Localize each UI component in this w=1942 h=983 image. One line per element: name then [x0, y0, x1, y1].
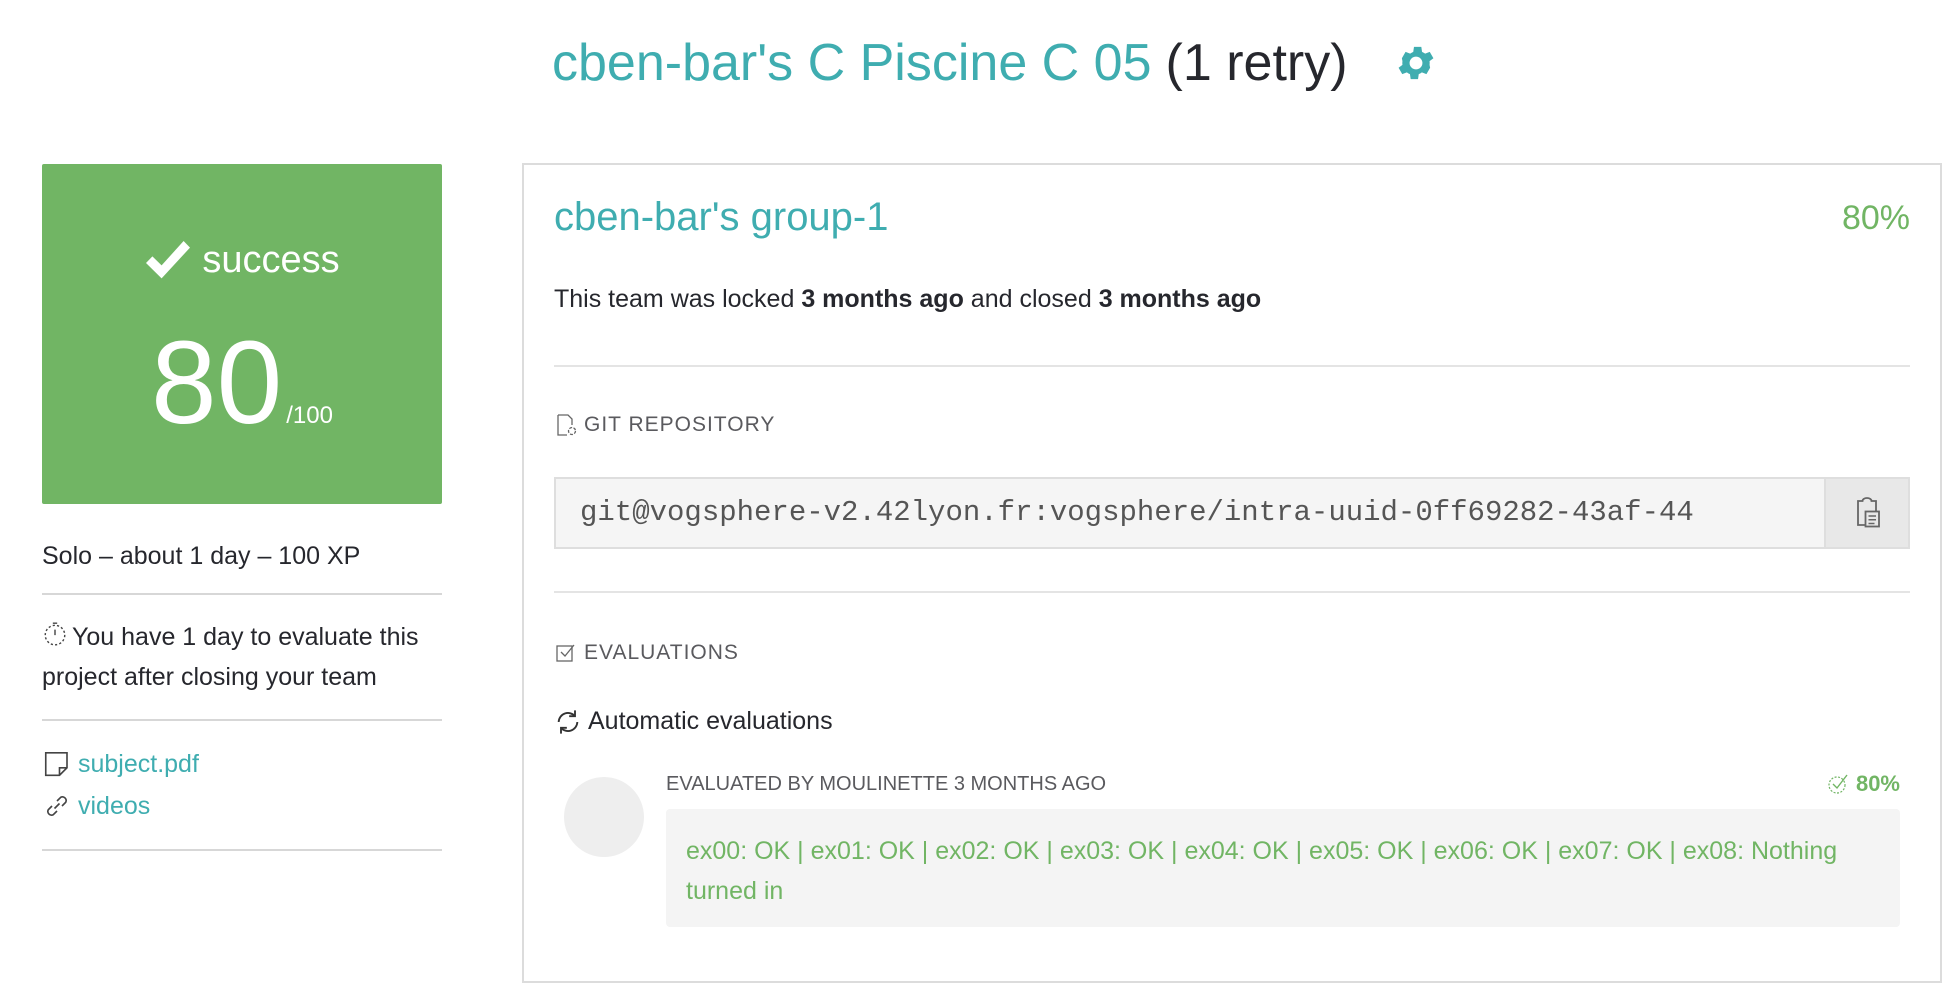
- check-circle-icon: [1828, 774, 1848, 794]
- link-subject[interactable]: subject.pdf: [42, 743, 442, 785]
- project-title[interactable]: cben-bar's C Piscine C 05: [552, 33, 1152, 93]
- team-name[interactable]: cben-bar's group-1: [554, 195, 889, 240]
- refresh-icon: [557, 709, 579, 734]
- git-repository-label: GIT REPOSITORY: [584, 413, 776, 436]
- status-line: success: [42, 238, 442, 282]
- closed-ago: 3 months ago: [1098, 285, 1262, 313]
- divider: [554, 365, 1910, 367]
- deadline-text: You have 1 day to evaluate this project …: [42, 623, 419, 691]
- gear-icon[interactable]: [1394, 41, 1438, 85]
- checkmark-icon: [146, 241, 191, 279]
- automatic-evaluations-header: Automatic evaluations: [554, 707, 833, 736]
- status-prefix: This team was locked: [554, 285, 795, 313]
- project-meta: Solo – about 1 day – 100 XP: [42, 504, 442, 595]
- subject-link[interactable]: subject.pdf: [78, 750, 199, 779]
- stopwatch-icon: [44, 622, 66, 646]
- repository-file-icon: [557, 414, 577, 436]
- link-icon: [47, 796, 67, 816]
- divider: [554, 591, 1910, 593]
- project-summary: success 80 /100 Solo – about 1 day – 100…: [42, 164, 442, 851]
- score-value: 80: [151, 317, 283, 449]
- retry-count: (1 retry): [1165, 34, 1348, 92]
- repository-url[interactable]: git@vogsphere-v2.42lyon.fr:vogsphere/int…: [556, 479, 1824, 547]
- evaluation-deadline: You have 1 day to evaluate this project …: [42, 595, 442, 721]
- team-panel: cben-bar's group-1 80% This team was loc…: [522, 163, 1942, 983]
- avatar[interactable]: [564, 777, 644, 857]
- git-repository-header: GIT REPOSITORY: [554, 413, 775, 437]
- project-links: subject.pdf videos: [42, 721, 442, 851]
- evaluation-result: ex00: OK | ex01: OK | ex02: OK | ex03: O…: [666, 809, 1900, 927]
- evaluation-score-value: 80%: [1855, 771, 1900, 796]
- checkbox-icon: [556, 644, 575, 662]
- clipboard-icon: [1857, 497, 1880, 528]
- status-card: success 80 /100: [42, 164, 442, 504]
- status-label: success: [202, 238, 340, 281]
- page-header: cben-bar's C Piscine C 05 (1 retry): [552, 28, 1438, 98]
- copy-button[interactable]: [1824, 479, 1908, 547]
- locked-ago: 3 months ago: [801, 285, 964, 313]
- file-icon: [44, 751, 68, 777]
- team-status: This team was locked 3 months ago and cl…: [554, 285, 1261, 314]
- repository-field[interactable]: git@vogsphere-v2.42lyon.fr:vogsphere/int…: [554, 477, 1910, 549]
- evaluations-header: EVALUATIONS: [554, 641, 739, 665]
- evaluations-label: EVALUATIONS: [584, 641, 739, 664]
- link-videos[interactable]: videos: [42, 785, 442, 827]
- evaluator-line: EVALUATED BY MOULINETTE 3 MONTHS AGO: [666, 773, 1107, 795]
- team-score: 80%: [1841, 199, 1910, 237]
- final-score: 80 /100: [42, 324, 442, 442]
- evaluation-score: 80%: [1826, 771, 1900, 797]
- automatic-evaluations-label: Automatic evaluations: [588, 707, 833, 735]
- videos-link[interactable]: videos: [78, 792, 150, 821]
- score-max: /100: [286, 402, 333, 429]
- status-middle: and closed: [970, 285, 1092, 313]
